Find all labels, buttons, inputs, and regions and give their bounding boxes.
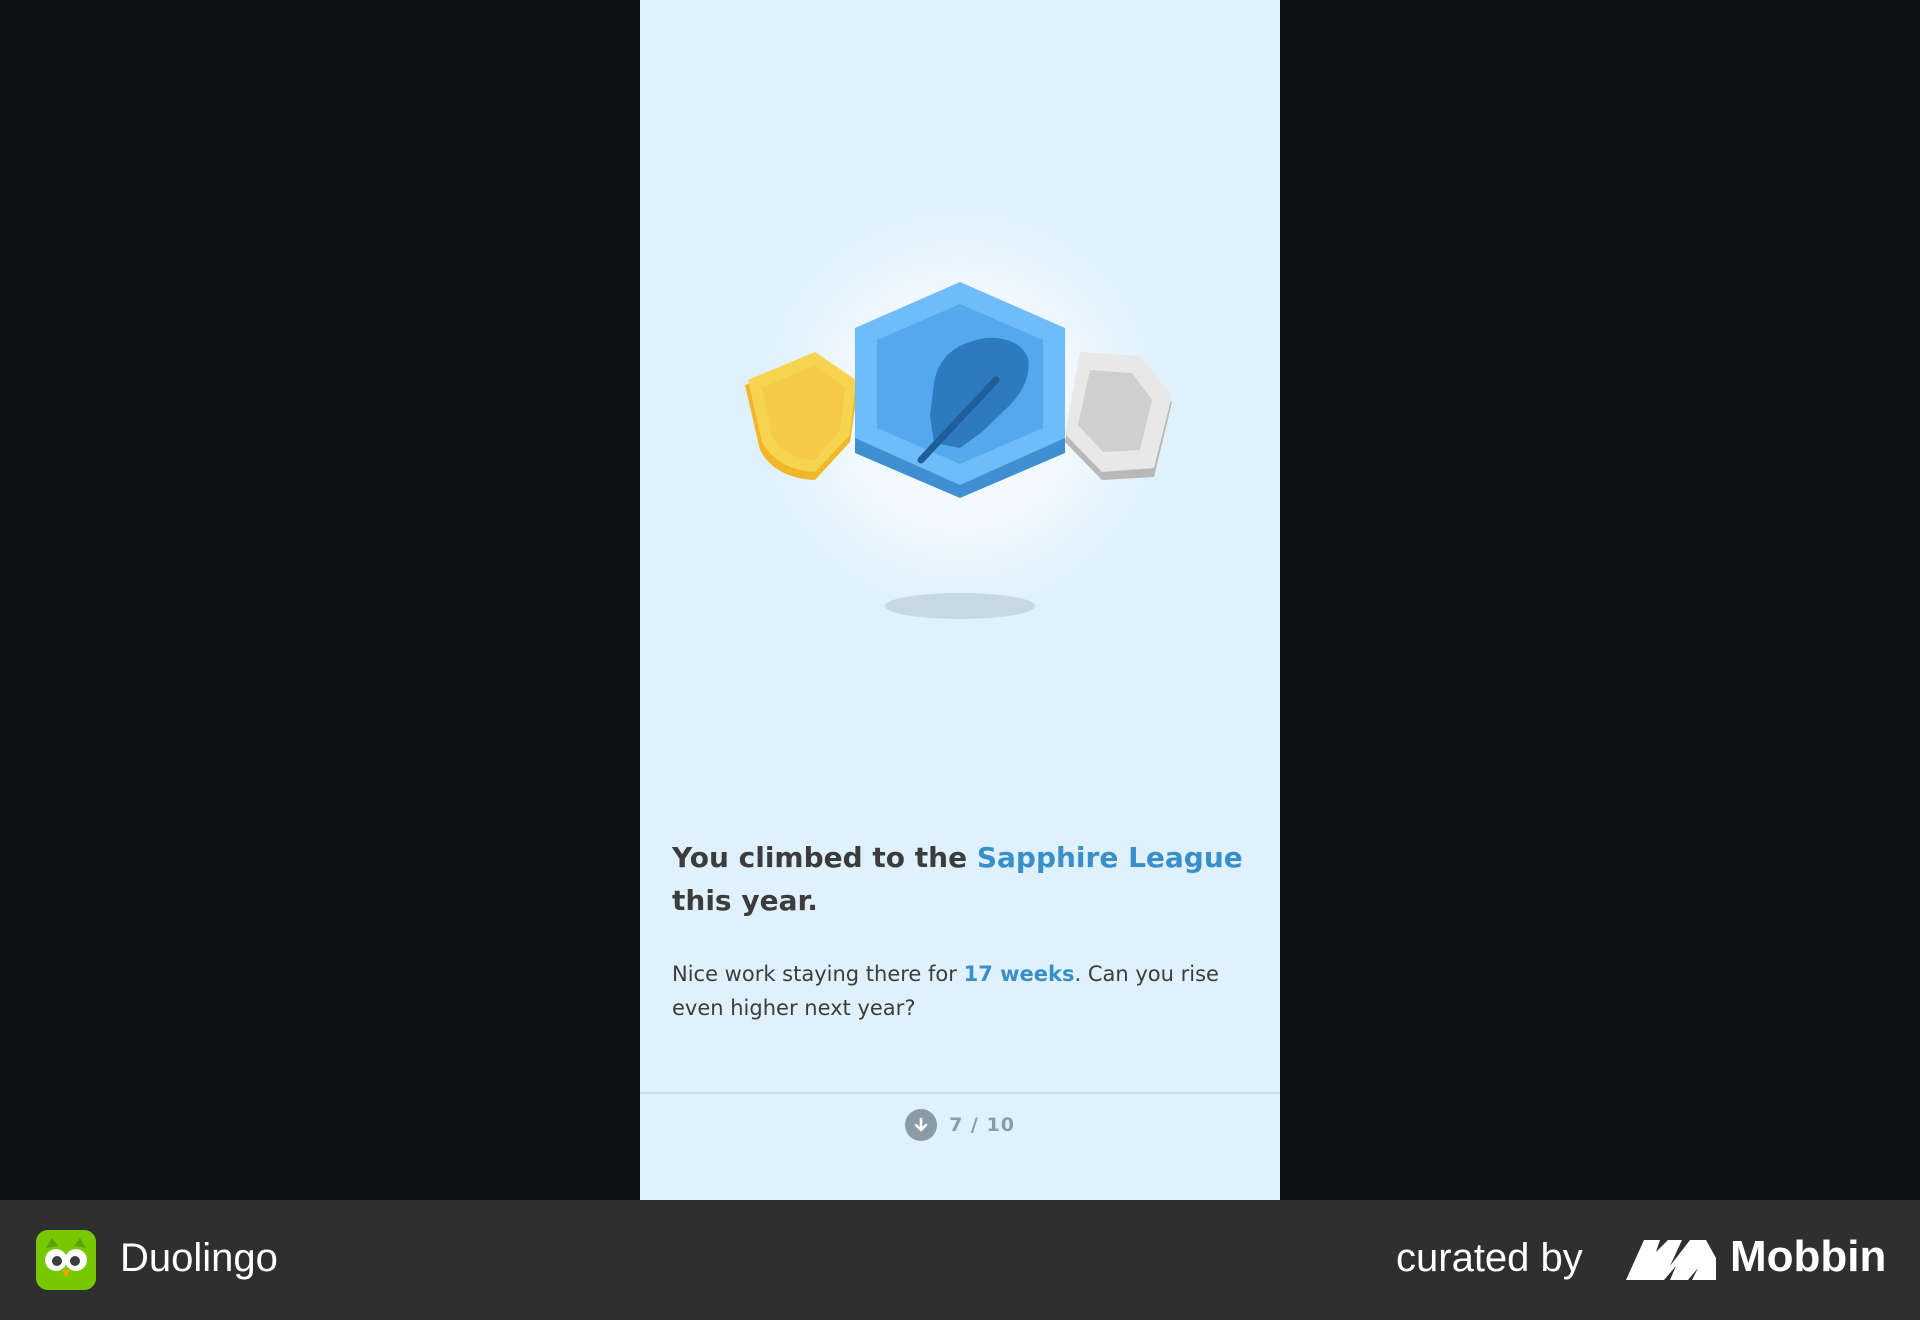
app-name: Duolingo [120,1236,278,1280]
page-count: 7 / 10 [949,1114,1015,1136]
page-indicator[interactable]: 7 / 10 [640,1108,1280,1142]
phone-screen: You climbed to the Sapphire League this … [640,0,1280,1200]
headline: You climbed to the Sapphire League this … [672,841,1243,917]
weeks-count: 17 weeks [963,962,1075,986]
sapphire-league-badge-icon [855,282,1065,498]
duolingo-owl-icon [36,1230,96,1290]
league-name: Sapphire League [976,841,1243,874]
arrow-down-circle-icon[interactable] [905,1109,938,1141]
badge-shadow [885,593,1035,619]
divider [640,1092,1280,1094]
curated-by-label: curated by [1396,1236,1583,1280]
mobbin-brand-name: Mobbin [1730,1232,1887,1281]
mobbin-logo-icon [1626,1240,1716,1280]
subtext: Nice work staying there for 17 weeks. Ca… [672,962,1219,1020]
footer-bar: Duolingo curated by Mobbin [0,1200,1920,1320]
league-badges-illustration [745,210,1172,619]
